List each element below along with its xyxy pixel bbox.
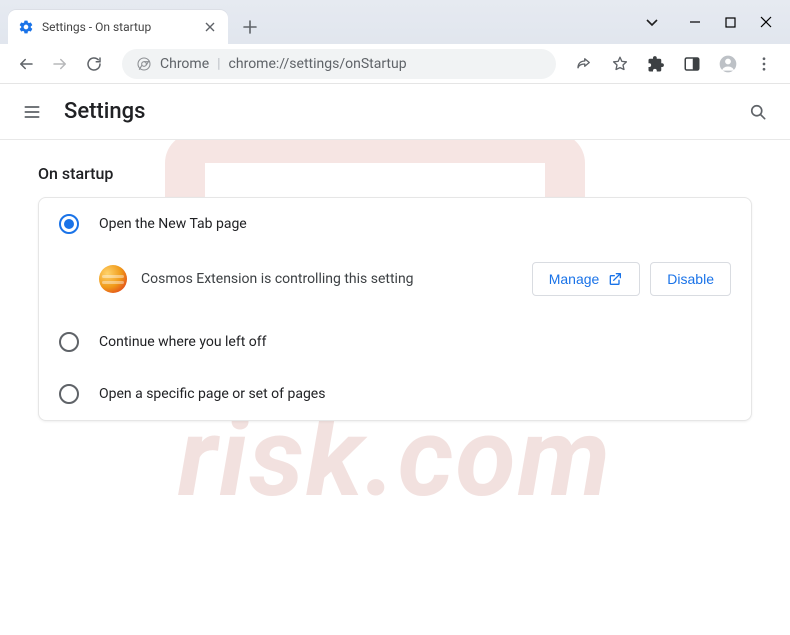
settings-header: Settings bbox=[0, 84, 790, 140]
profile-avatar-icon[interactable] bbox=[714, 50, 742, 78]
controlled-by-extension-row: Cosmos Extension is controlling this set… bbox=[79, 250, 751, 316]
manage-button-label: Manage bbox=[549, 271, 600, 287]
browser-toolbar: Chrome | chrome://settings/onStartup bbox=[0, 44, 790, 84]
search-settings-icon[interactable] bbox=[744, 98, 772, 126]
option-continue[interactable]: Continue where you left off bbox=[39, 316, 751, 368]
settings-title: Settings bbox=[64, 99, 145, 124]
open-in-new-icon bbox=[607, 271, 623, 287]
option-open-new-tab[interactable]: Open the New Tab page bbox=[39, 198, 751, 250]
option-label: Open the New Tab page bbox=[99, 216, 247, 232]
new-tab-button[interactable] bbox=[236, 13, 264, 41]
extensions-icon[interactable] bbox=[642, 50, 670, 78]
minimize-icon[interactable] bbox=[689, 16, 701, 28]
chrome-menu-icon[interactable] bbox=[750, 50, 778, 78]
manage-button[interactable]: Manage bbox=[532, 262, 641, 296]
option-label: Continue where you left off bbox=[99, 334, 267, 350]
extension-icon bbox=[99, 265, 127, 293]
option-specific-pages[interactable]: Open a specific page or set of pages bbox=[39, 368, 751, 420]
reload-button[interactable] bbox=[80, 50, 108, 78]
radio-unselected-icon[interactable] bbox=[59, 384, 79, 404]
hamburger-menu-icon[interactable] bbox=[18, 98, 46, 126]
tab-title: Settings - On startup bbox=[42, 20, 194, 34]
browser-tab[interactable]: Settings - On startup bbox=[8, 10, 228, 44]
maximize-icon[interactable] bbox=[725, 17, 736, 28]
settings-content: On startup Open the New Tab page Cosmos … bbox=[0, 140, 790, 445]
section-title: On startup bbox=[38, 164, 752, 183]
on-startup-card: Open the New Tab page Cosmos Extension i… bbox=[38, 197, 752, 421]
window-controls bbox=[645, 0, 790, 44]
tab-search-chevron-icon[interactable] bbox=[645, 15, 659, 29]
chrome-icon bbox=[136, 56, 152, 72]
omnibox-chip: Chrome bbox=[160, 56, 209, 72]
back-button[interactable] bbox=[12, 50, 40, 78]
controlled-by-message: Cosmos Extension is controlling this set… bbox=[141, 271, 518, 287]
window-titlebar: Settings - On startup bbox=[0, 0, 790, 44]
gear-icon bbox=[18, 19, 34, 35]
omnibox-divider: | bbox=[217, 56, 220, 72]
bookmark-star-icon[interactable] bbox=[606, 50, 634, 78]
omnibox[interactable]: Chrome | chrome://settings/onStartup bbox=[122, 49, 556, 79]
forward-button[interactable] bbox=[46, 50, 74, 78]
omnibox-url: chrome://settings/onStartup bbox=[229, 56, 407, 72]
share-icon[interactable] bbox=[570, 50, 598, 78]
option-label: Open a specific page or set of pages bbox=[99, 386, 325, 402]
radio-unselected-icon[interactable] bbox=[59, 332, 79, 352]
radio-selected-icon[interactable] bbox=[59, 214, 79, 234]
tab-strip: Settings - On startup bbox=[0, 0, 264, 44]
close-window-icon[interactable] bbox=[760, 16, 772, 28]
side-panel-icon[interactable] bbox=[678, 50, 706, 78]
disable-button[interactable]: Disable bbox=[650, 262, 731, 296]
tab-close-icon[interactable] bbox=[202, 19, 218, 35]
disable-button-label: Disable bbox=[667, 271, 714, 287]
